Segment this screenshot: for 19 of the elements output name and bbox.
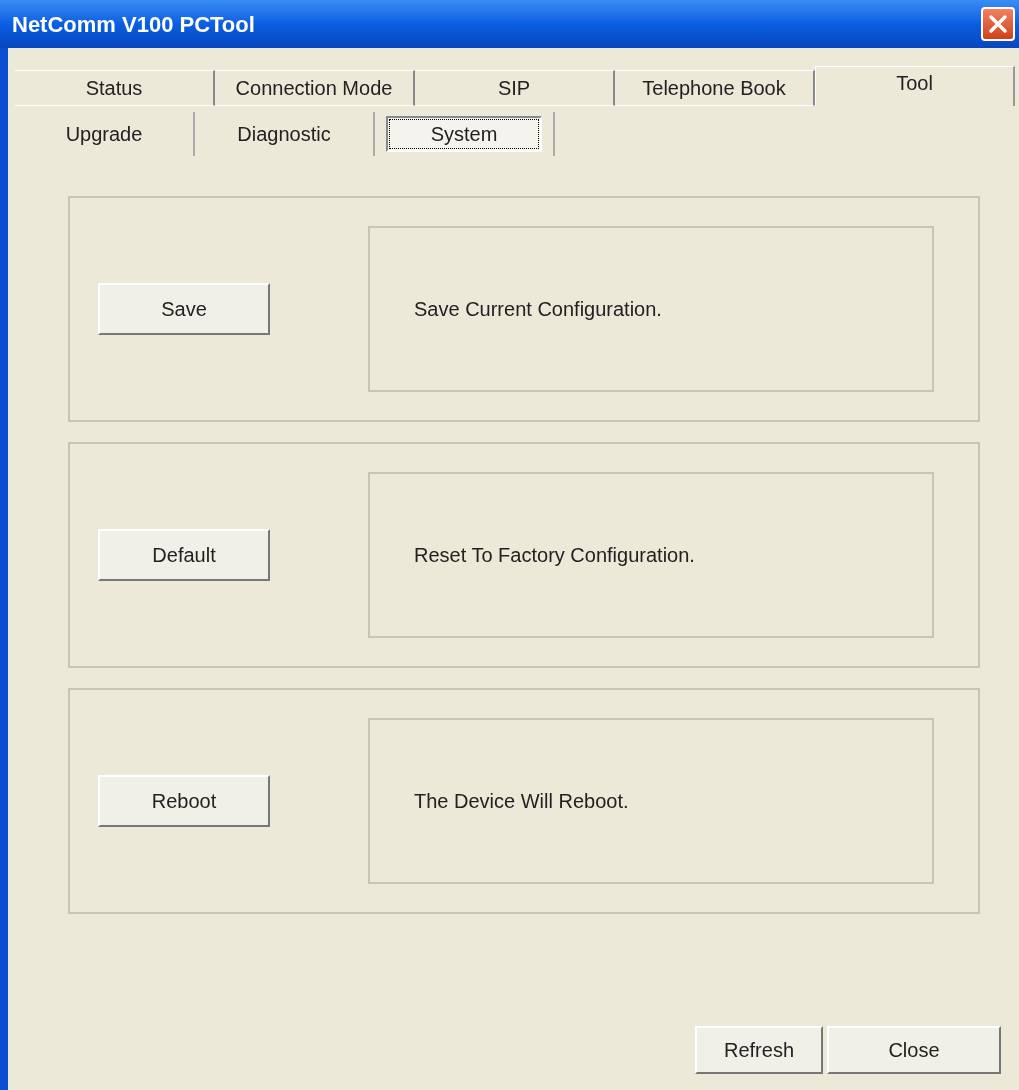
tab[interactable]: SIP bbox=[415, 70, 615, 106]
sub-tab[interactable]: Diagnostic bbox=[229, 116, 339, 152]
action-button[interactable]: Save bbox=[98, 283, 270, 335]
tab[interactable]: Connection Mode bbox=[215, 70, 415, 106]
action-button[interactable]: Reboot bbox=[98, 775, 270, 827]
tab[interactable]: Status bbox=[15, 70, 215, 106]
tab[interactable]: Telephone Book bbox=[615, 70, 815, 106]
close-icon bbox=[988, 14, 1008, 34]
description-text: Save Current Configuration. bbox=[414, 297, 662, 322]
close-button[interactable] bbox=[981, 7, 1015, 41]
description-text: The Device Will Reboot. bbox=[414, 789, 629, 814]
tab[interactable]: Tool bbox=[815, 66, 1015, 106]
description-text: Reset To Factory Configuration. bbox=[414, 543, 695, 568]
sub-tab[interactable]: System bbox=[386, 116, 542, 152]
sub-tab[interactable]: Upgrade bbox=[57, 116, 151, 152]
window-title: NetComm V100 PCTool bbox=[12, 10, 255, 39]
dialog-button[interactable]: Refresh bbox=[695, 1026, 823, 1074]
dialog-button[interactable]: Close bbox=[827, 1026, 1001, 1074]
action-button[interactable]: Default bbox=[98, 529, 270, 581]
